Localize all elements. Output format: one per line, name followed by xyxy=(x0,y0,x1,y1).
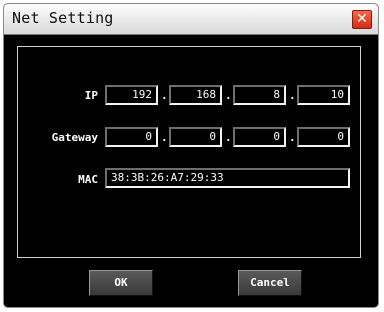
ip-octet-2[interactable]: 168 xyxy=(169,85,222,105)
net-setting-dialog: Net Setting ✕ IP 192 . 168 . 8 . 10 Gate… xyxy=(3,3,379,308)
gateway-separator-3: . xyxy=(289,131,296,144)
ip-label: IP xyxy=(84,89,98,102)
gateway-octet-1[interactable]: 0 xyxy=(105,127,158,147)
mac-label: MAC xyxy=(78,173,98,186)
cancel-button[interactable]: Cancel xyxy=(238,270,302,296)
close-icon[interactable]: ✕ xyxy=(352,10,372,29)
mac-field[interactable]: 38:3B:26:A7:29:33 xyxy=(105,168,350,188)
ok-button[interactable]: OK xyxy=(89,270,153,296)
ip-separator-2: . xyxy=(225,89,232,102)
gateway-octet-3[interactable]: 0 xyxy=(233,127,286,147)
ip-octet-3[interactable]: 8 xyxy=(233,85,286,105)
ip-separator-1: . xyxy=(161,89,168,102)
ip-octet-4[interactable]: 10 xyxy=(297,85,350,105)
settings-panel: IP 192 . 168 . 8 . 10 Gateway 0 . 0 . 0 … xyxy=(17,46,361,258)
ip-separator-3: . xyxy=(289,89,296,102)
gateway-label: Gateway xyxy=(51,131,98,144)
gateway-separator-2: . xyxy=(225,131,232,144)
dialog-title: Net Setting xyxy=(12,9,114,27)
gateway-octet-4[interactable]: 0 xyxy=(297,127,350,147)
ip-octet-1[interactable]: 192 xyxy=(105,85,158,105)
title-bar[interactable]: Net Setting ✕ xyxy=(4,4,378,35)
gateway-octet-2[interactable]: 0 xyxy=(169,127,222,147)
gateway-separator-1: . xyxy=(161,131,168,144)
